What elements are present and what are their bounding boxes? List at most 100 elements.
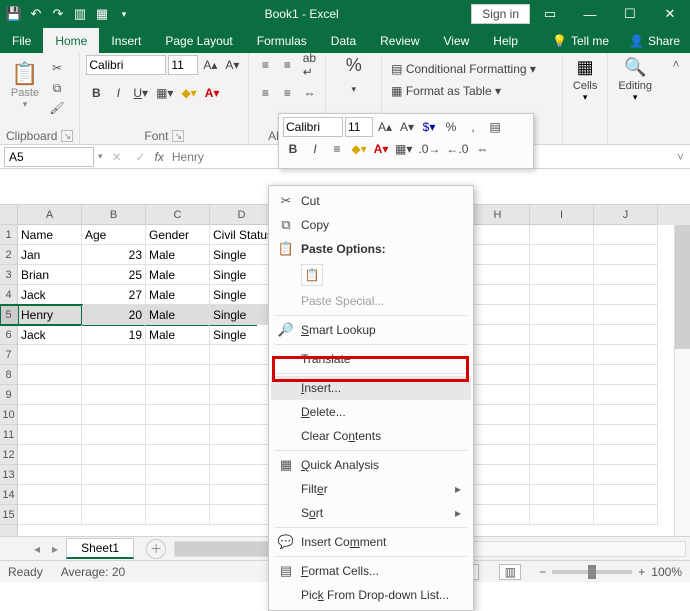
- cell[interactable]: [18, 485, 82, 505]
- cell[interactable]: [146, 365, 210, 385]
- merge-icon[interactable]: ⇔: [299, 83, 319, 103]
- row-header[interactable]: 11: [0, 425, 17, 445]
- cell[interactable]: Male: [146, 285, 210, 305]
- cell[interactable]: [466, 325, 530, 345]
- cell[interactable]: [210, 445, 274, 465]
- editing-button[interactable]: 🔍Editing▾: [614, 55, 656, 105]
- tab-review[interactable]: Review: [368, 28, 431, 53]
- menu-insert-comment[interactable]: 💬Insert Comment: [271, 530, 471, 554]
- cell[interactable]: [530, 225, 594, 245]
- cell[interactable]: Male: [146, 325, 210, 345]
- cell[interactable]: Jack: [18, 325, 82, 345]
- zoom-control[interactable]: − + 100%: [539, 565, 682, 579]
- cell[interactable]: [530, 265, 594, 285]
- tab-page-layout[interactable]: Page Layout: [153, 28, 244, 53]
- cell[interactable]: [466, 405, 530, 425]
- cell[interactable]: [146, 445, 210, 465]
- cell[interactable]: [210, 485, 274, 505]
- cell[interactable]: Single: [210, 285, 274, 305]
- menu-filter[interactable]: Filter▸: [271, 477, 471, 501]
- mini-percent-icon[interactable]: %: [441, 117, 461, 137]
- border-button[interactable]: ▦▾: [153, 83, 176, 103]
- percent-button[interactable]: %: [343, 55, 365, 75]
- mini-italic-icon[interactable]: I: [305, 139, 325, 159]
- mini-accounting-icon[interactable]: $▾: [419, 117, 439, 137]
- row-header[interactable]: 14: [0, 485, 17, 505]
- cell[interactable]: [594, 285, 658, 305]
- qat-customize-icon[interactable]: ▾: [116, 6, 132, 22]
- scrollbar-thumb[interactable]: [675, 225, 690, 349]
- italic-button[interactable]: I: [108, 83, 128, 103]
- sheet-tab[interactable]: Sheet1: [66, 538, 134, 559]
- font-size-select[interactable]: [168, 55, 198, 75]
- cell[interactable]: [466, 305, 530, 325]
- cell[interactable]: [210, 345, 274, 365]
- col-header[interactable]: D: [210, 205, 274, 225]
- zoom-slider[interactable]: [552, 570, 632, 574]
- cell[interactable]: [210, 505, 274, 525]
- fx-icon[interactable]: fx: [155, 150, 164, 164]
- cell[interactable]: Name: [18, 225, 82, 245]
- row-header[interactable]: 3: [0, 265, 17, 285]
- cell[interactable]: [530, 465, 594, 485]
- close-icon[interactable]: ✕: [650, 0, 690, 28]
- cell[interactable]: [530, 485, 594, 505]
- save-icon[interactable]: 💾: [6, 6, 22, 22]
- mini-format-painter-icon[interactable]: ▤: [485, 117, 505, 137]
- clipboard-dialog-icon[interactable]: ↘: [61, 130, 73, 142]
- format-as-table-button[interactable]: ▦ Format as Table ▾: [388, 81, 504, 101]
- col-header[interactable]: J: [594, 205, 658, 225]
- maximize-icon[interactable]: ☐: [610, 0, 650, 28]
- ribbon-display-options-icon[interactable]: ▭: [530, 0, 570, 28]
- cell[interactable]: Jan: [18, 245, 82, 265]
- cell[interactable]: [210, 425, 274, 445]
- tab-data[interactable]: Data: [319, 28, 368, 53]
- tab-file[interactable]: File: [0, 28, 43, 53]
- cell[interactable]: [466, 345, 530, 365]
- cancel-formula-icon[interactable]: ✕: [107, 147, 127, 167]
- paste-option-icon[interactable]: 📋: [301, 264, 323, 286]
- tab-scroll-left-icon[interactable]: ◂: [30, 542, 44, 556]
- row-header[interactable]: 12: [0, 445, 17, 465]
- qat-icon-1[interactable]: ▥: [72, 6, 88, 22]
- cell[interactable]: [18, 425, 82, 445]
- row-header[interactable]: 10: [0, 405, 17, 425]
- paste-button[interactable]: 📋 Paste ▾: [6, 55, 44, 110]
- cell[interactable]: [594, 245, 658, 265]
- cell[interactable]: [466, 425, 530, 445]
- cell[interactable]: [146, 405, 210, 425]
- cell[interactable]: [146, 385, 210, 405]
- cell[interactable]: [594, 385, 658, 405]
- cell[interactable]: [530, 345, 594, 365]
- col-header[interactable]: I: [530, 205, 594, 225]
- expand-formula-icon[interactable]: ˅: [671, 150, 690, 164]
- cell[interactable]: [530, 305, 594, 325]
- tab-view[interactable]: View: [432, 28, 482, 53]
- row-header[interactable]: 13: [0, 465, 17, 485]
- menu-sort[interactable]: Sort▸: [271, 501, 471, 525]
- menu-quick-analysis[interactable]: ▦Quick Analysis: [271, 453, 471, 477]
- cell[interactable]: [466, 445, 530, 465]
- row-header[interactable]: 1: [0, 225, 17, 245]
- mini-decrease-decimal-icon[interactable]: .0→: [416, 139, 442, 159]
- vertical-scrollbar[interactable]: [674, 225, 690, 536]
- menu-translate[interactable]: Translate: [271, 347, 471, 371]
- redo-icon[interactable]: ↷: [50, 6, 66, 22]
- cell[interactable]: [146, 425, 210, 445]
- cell[interactable]: Single: [210, 245, 274, 265]
- cell[interactable]: [18, 465, 82, 485]
- mini-font-name[interactable]: [283, 117, 343, 137]
- cell[interactable]: Age: [82, 225, 146, 245]
- cell[interactable]: [530, 405, 594, 425]
- cell[interactable]: [466, 285, 530, 305]
- cell[interactable]: [146, 465, 210, 485]
- menu-clear-contents[interactable]: Clear Contents: [271, 424, 471, 448]
- cell[interactable]: [210, 385, 274, 405]
- row-header[interactable]: 4: [0, 285, 17, 305]
- cell[interactable]: [18, 505, 82, 525]
- row-header[interactable]: 2: [0, 245, 17, 265]
- cell[interactable]: 23: [82, 245, 146, 265]
- cell[interactable]: [594, 305, 658, 325]
- col-header[interactable]: H: [466, 205, 530, 225]
- cell[interactable]: Civil Status: [210, 225, 274, 245]
